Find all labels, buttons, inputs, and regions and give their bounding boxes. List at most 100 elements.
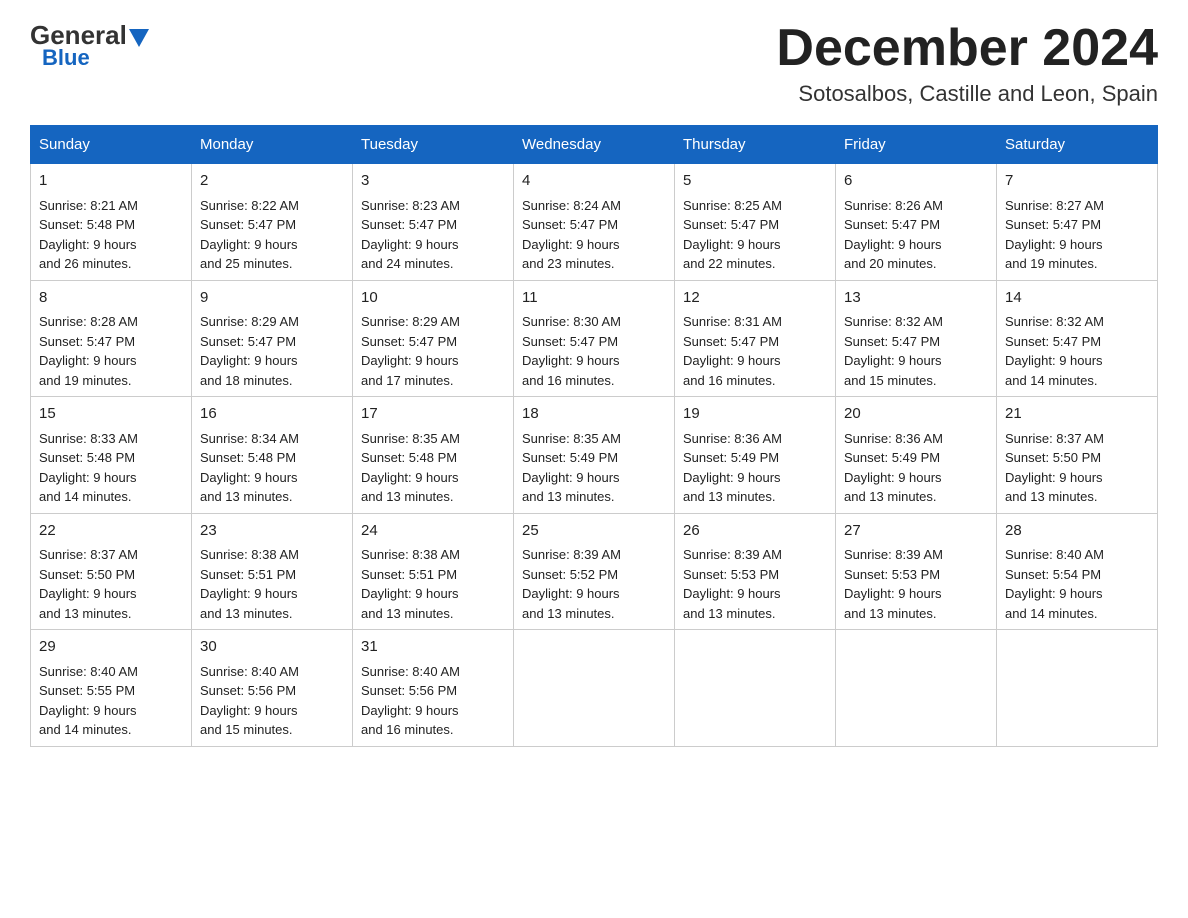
day-info: Sunrise: 8:32 AMSunset: 5:47 PMDaylight:… <box>844 314 943 388</box>
day-number: 3 <box>361 170 505 193</box>
calendar-day-cell: 20 Sunrise: 8:36 AMSunset: 5:49 PMDayligh… <box>836 397 997 514</box>
calendar-day-cell: 30Sunrise: 8:40 AMSunset: 5:56 PMDayligh… <box>192 630 353 747</box>
day-number: 25 <box>522 520 666 543</box>
calendar-day-cell: 13 Sunrise: 8:32 AMSunset: 5:47 PMDayligh… <box>836 280 997 397</box>
calendar-day-cell: 25 Sunrise: 8:39 AMSunset: 5:52 PMDayligh… <box>514 513 675 630</box>
weekday-header-monday: Monday <box>192 126 353 164</box>
calendar-day-cell: 17 Sunrise: 8:35 AMSunset: 5:48 PMDayligh… <box>353 397 514 514</box>
day-number: 26 <box>683 520 827 543</box>
calendar-day-cell: 23 Sunrise: 8:38 AMSunset: 5:51 PMDayligh… <box>192 513 353 630</box>
calendar-week-row: 22 Sunrise: 8:37 AMSunset: 5:50 PMDayligh… <box>31 513 1158 630</box>
day-info: Sunrise: 8:38 AMSunset: 5:51 PMDaylight:… <box>200 547 299 621</box>
calendar-empty-cell <box>675 630 836 747</box>
calendar-day-cell: 26 Sunrise: 8:39 AMSunset: 5:53 PMDayligh… <box>675 513 836 630</box>
day-number: 16 <box>200 403 344 426</box>
page-header: General Blue December 2024 Sotosalbos, C… <box>30 20 1158 107</box>
calendar-day-cell: 27 Sunrise: 8:39 AMSunset: 5:53 PMDayligh… <box>836 513 997 630</box>
calendar-empty-cell <box>514 630 675 747</box>
logo-blue-text: Blue <box>42 45 90 71</box>
calendar-day-cell: 1 Sunrise: 8:21 AMSunset: 5:48 PMDaylight… <box>31 164 192 281</box>
calendar-day-cell: 7Sunrise: 8:27 AMSunset: 5:47 PMDaylight… <box>997 164 1158 281</box>
day-number: 1 <box>39 170 183 193</box>
calendar-day-cell: 19Sunrise: 8:36 AMSunset: 5:49 PMDayligh… <box>675 397 836 514</box>
calendar-week-row: 1 Sunrise: 8:21 AMSunset: 5:48 PMDaylight… <box>31 164 1158 281</box>
weekday-header-friday: Friday <box>836 126 997 164</box>
calendar-day-cell: 24 Sunrise: 8:38 AMSunset: 5:51 PMDayligh… <box>353 513 514 630</box>
calendar-day-cell: 9 Sunrise: 8:29 AMSunset: 5:47 PMDaylight… <box>192 280 353 397</box>
calendar-table: SundayMondayTuesdayWednesdayThursdayFrid… <box>30 125 1158 747</box>
day-info: Sunrise: 8:22 AMSunset: 5:47 PMDaylight:… <box>200 198 299 272</box>
day-number: 5 <box>683 170 827 193</box>
day-number: 22 <box>39 520 183 543</box>
calendar-empty-cell <box>836 630 997 747</box>
day-number: 30 <box>200 636 344 659</box>
day-info: Sunrise: 8:31 AMSunset: 5:47 PMDaylight:… <box>683 314 782 388</box>
day-number: 27 <box>844 520 988 543</box>
weekday-header-saturday: Saturday <box>997 126 1158 164</box>
weekday-header-wednesday: Wednesday <box>514 126 675 164</box>
logo-triangle-icon <box>129 29 149 47</box>
day-info: Sunrise: 8:35 AMSunset: 5:48 PMDaylight:… <box>361 431 460 505</box>
calendar-day-cell: 14Sunrise: 8:32 AMSunset: 5:47 PMDayligh… <box>997 280 1158 397</box>
weekday-header-sunday: Sunday <box>31 126 192 164</box>
day-number: 10 <box>361 287 505 310</box>
calendar-day-cell: 10 Sunrise: 8:29 AMSunset: 5:47 PMDayligh… <box>353 280 514 397</box>
day-number: 23 <box>200 520 344 543</box>
calendar-day-cell: 21 Sunrise: 8:37 AMSunset: 5:50 PMDayligh… <box>997 397 1158 514</box>
month-title: December 2024 <box>776 20 1158 77</box>
day-info: Sunrise: 8:39 AMSunset: 5:52 PMDaylight:… <box>522 547 621 621</box>
title-block: December 2024 Sotosalbos, Castille and L… <box>776 20 1158 107</box>
calendar-day-cell: 6Sunrise: 8:26 AMSunset: 5:47 PMDaylight… <box>836 164 997 281</box>
weekday-header-tuesday: Tuesday <box>353 126 514 164</box>
day-number: 9 <box>200 287 344 310</box>
calendar-day-cell: 29Sunrise: 8:40 AMSunset: 5:55 PMDayligh… <box>31 630 192 747</box>
day-info: Sunrise: 8:36 AMSunset: 5:49 PMDaylight:… <box>844 431 943 505</box>
day-info: Sunrise: 8:29 AMSunset: 5:47 PMDaylight:… <box>361 314 460 388</box>
day-number: 20 <box>844 403 988 426</box>
calendar-day-cell: 3 Sunrise: 8:23 AMSunset: 5:47 PMDaylight… <box>353 164 514 281</box>
day-number: 18 <box>522 403 666 426</box>
day-number: 31 <box>361 636 505 659</box>
calendar-day-cell: 22 Sunrise: 8:37 AMSunset: 5:50 PMDayligh… <box>31 513 192 630</box>
calendar-day-cell: 2Sunrise: 8:22 AMSunset: 5:47 PMDaylight… <box>192 164 353 281</box>
day-number: 19 <box>683 403 827 426</box>
day-number: 13 <box>844 287 988 310</box>
calendar-empty-cell <box>997 630 1158 747</box>
day-info: Sunrise: 8:21 AMSunset: 5:48 PMDaylight:… <box>39 198 138 272</box>
calendar-week-row: 8 Sunrise: 8:28 AMSunset: 5:47 PMDaylight… <box>31 280 1158 397</box>
day-info: Sunrise: 8:24 AMSunset: 5:47 PMDaylight:… <box>522 198 621 272</box>
calendar-day-cell: 12 Sunrise: 8:31 AMSunset: 5:47 PMDayligh… <box>675 280 836 397</box>
day-number: 6 <box>844 170 988 193</box>
calendar-day-cell: 16 Sunrise: 8:34 AMSunset: 5:48 PMDayligh… <box>192 397 353 514</box>
day-info: Sunrise: 8:39 AMSunset: 5:53 PMDaylight:… <box>844 547 943 621</box>
day-info: Sunrise: 8:39 AMSunset: 5:53 PMDaylight:… <box>683 547 782 621</box>
day-number: 17 <box>361 403 505 426</box>
day-info: Sunrise: 8:37 AMSunset: 5:50 PMDaylight:… <box>39 547 138 621</box>
day-info: Sunrise: 8:28 AMSunset: 5:47 PMDaylight:… <box>39 314 138 388</box>
day-info: Sunrise: 8:34 AMSunset: 5:48 PMDaylight:… <box>200 431 299 505</box>
day-info: Sunrise: 8:37 AMSunset: 5:50 PMDaylight:… <box>1005 431 1104 505</box>
day-number: 24 <box>361 520 505 543</box>
calendar-day-cell: 11Sunrise: 8:30 AMSunset: 5:47 PMDayligh… <box>514 280 675 397</box>
day-info: Sunrise: 8:35 AMSunset: 5:49 PMDaylight:… <box>522 431 621 505</box>
calendar-day-cell: 4Sunrise: 8:24 AMSunset: 5:47 PMDaylight… <box>514 164 675 281</box>
day-number: 12 <box>683 287 827 310</box>
calendar-day-cell: 15Sunrise: 8:33 AMSunset: 5:48 PMDayligh… <box>31 397 192 514</box>
day-info: Sunrise: 8:30 AMSunset: 5:47 PMDaylight:… <box>522 314 621 388</box>
calendar-header-row: SundayMondayTuesdayWednesdayThursdayFrid… <box>31 126 1158 164</box>
day-info: Sunrise: 8:38 AMSunset: 5:51 PMDaylight:… <box>361 547 460 621</box>
day-number: 8 <box>39 287 183 310</box>
day-info: Sunrise: 8:29 AMSunset: 5:47 PMDaylight:… <box>200 314 299 388</box>
day-info: Sunrise: 8:40 AMSunset: 5:56 PMDaylight:… <box>361 664 460 738</box>
calendar-day-cell: 5 Sunrise: 8:25 AMSunset: 5:47 PMDaylight… <box>675 164 836 281</box>
day-info: Sunrise: 8:23 AMSunset: 5:47 PMDaylight:… <box>361 198 460 272</box>
day-info: Sunrise: 8:27 AMSunset: 5:47 PMDaylight:… <box>1005 198 1104 272</box>
day-number: 21 <box>1005 403 1149 426</box>
calendar-week-row: 29Sunrise: 8:40 AMSunset: 5:55 PMDayligh… <box>31 630 1158 747</box>
logo: General Blue <box>30 20 149 71</box>
calendar-week-row: 15Sunrise: 8:33 AMSunset: 5:48 PMDayligh… <box>31 397 1158 514</box>
day-info: Sunrise: 8:32 AMSunset: 5:47 PMDaylight:… <box>1005 314 1104 388</box>
day-number: 28 <box>1005 520 1149 543</box>
calendar-day-cell: 28Sunrise: 8:40 AMSunset: 5:54 PMDayligh… <box>997 513 1158 630</box>
day-info: Sunrise: 8:25 AMSunset: 5:47 PMDaylight:… <box>683 198 782 272</box>
